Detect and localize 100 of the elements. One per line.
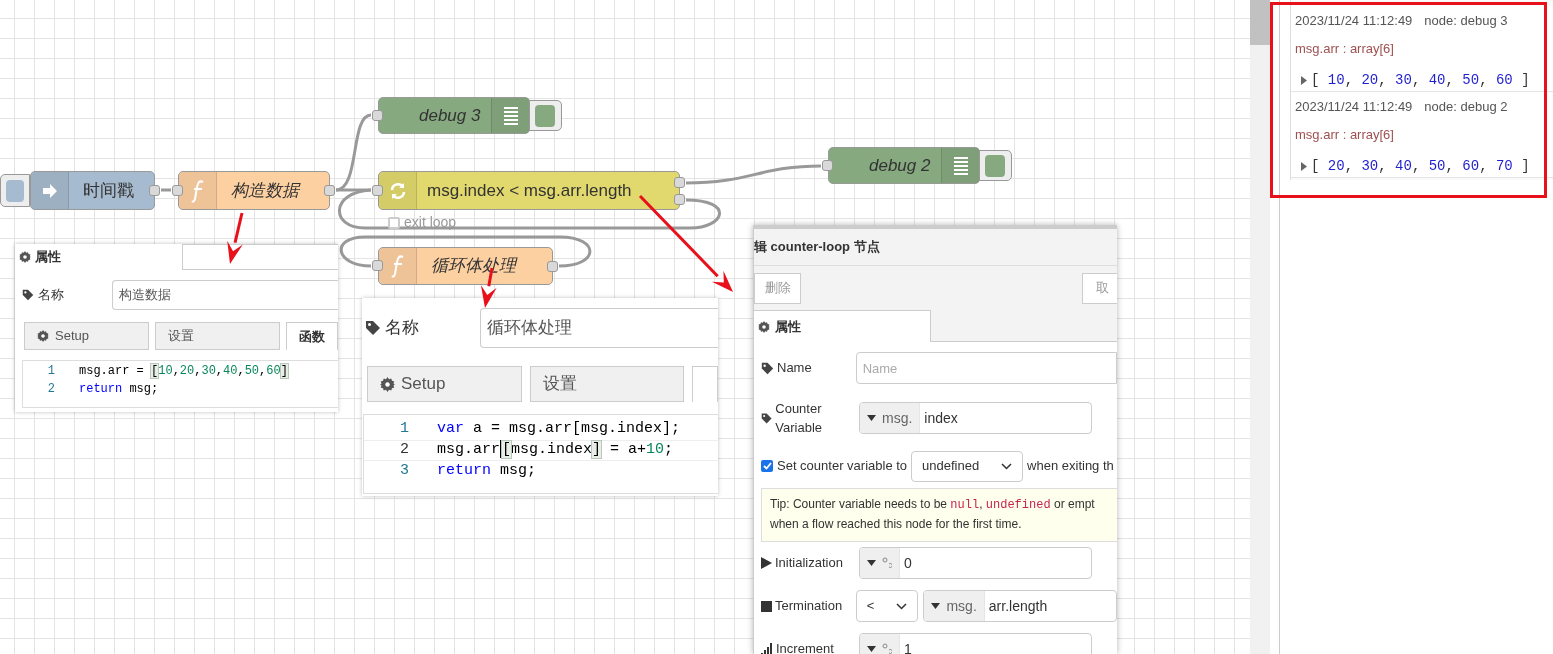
typed-input[interactable]: msg. arr.length bbox=[923, 590, 1117, 622]
code-line: msg.arr[msg.index] = a+10; bbox=[437, 439, 674, 461]
typed-input[interactable]: 1 bbox=[859, 633, 1092, 654]
node-port[interactable] bbox=[674, 194, 685, 205]
signal-bars-icon bbox=[761, 643, 773, 654]
node-port[interactable] bbox=[172, 184, 183, 196]
tab[interactable]: 属性 bbox=[15, 244, 182, 270]
tag-icon bbox=[761, 411, 773, 425]
name-field[interactable]: 循环体处理 bbox=[480, 308, 718, 348]
message-path: msg.arr : array[6] bbox=[1295, 125, 1394, 144]
field-label: Initialization bbox=[775, 554, 843, 573]
loop-node[interactable]: msg.index < msg.arr.length bbox=[378, 171, 680, 210]
expand-caret-icon[interactable] bbox=[1301, 162, 1307, 171]
number-type-icon bbox=[882, 642, 892, 654]
name-field[interactable]: 构造数据 bbox=[112, 280, 338, 310]
typed-input[interactable]: msg. index bbox=[859, 402, 1092, 434]
message-value: [ 20, 30, 40, 50, 60, 70 ] bbox=[1311, 157, 1530, 176]
checkbox[interactable] bbox=[761, 460, 773, 472]
arrow-icon bbox=[40, 181, 59, 200]
field-label: Increment bbox=[776, 640, 834, 654]
input-value: arr.length bbox=[988, 596, 1048, 616]
tab[interactable]: 设置 bbox=[529, 366, 684, 402]
caret-icon bbox=[867, 560, 876, 566]
number-type-icon bbox=[882, 556, 892, 570]
caret-icon bbox=[931, 603, 941, 609]
node-label: 构造数据 bbox=[231, 179, 299, 202]
code-line: return msg; bbox=[437, 461, 537, 482]
code-line: var a = msg.arr[msg.index]; bbox=[437, 419, 681, 440]
dialog-title: 辑 counter-loop 节点 bbox=[754, 238, 880, 257]
line-number: 3 bbox=[399, 461, 409, 482]
tab[interactable]: 属性 bbox=[754, 310, 931, 342]
scrollbar[interactable] bbox=[1250, 0, 1270, 654]
node-port[interactable] bbox=[372, 184, 383, 196]
field-label: Termination bbox=[775, 597, 843, 616]
input-value: index bbox=[924, 408, 958, 428]
line-number: 2 bbox=[399, 440, 409, 461]
node-label: 循环体处理 bbox=[431, 255, 516, 278]
chevron-down-icon bbox=[1001, 462, 1013, 470]
tab[interactable]: 设置 bbox=[155, 322, 280, 350]
message-source: node: debug 3 bbox=[1424, 12, 1508, 30]
node-port[interactable] bbox=[372, 260, 383, 271]
node-port[interactable] bbox=[324, 185, 335, 196]
node-label: debug 3 bbox=[419, 104, 481, 127]
line-number: 1 bbox=[399, 419, 409, 440]
input-value: 1 bbox=[904, 639, 912, 654]
stop-icon bbox=[761, 600, 772, 612]
node-port[interactable] bbox=[674, 177, 685, 188]
node-label: debug 2 bbox=[869, 154, 931, 177]
debug-toggle[interactable] bbox=[528, 100, 562, 131]
inject-button[interactable] bbox=[0, 174, 30, 207]
debug-node[interactable]: debug 2 bbox=[828, 147, 980, 184]
node-port[interactable] bbox=[372, 109, 383, 121]
function-node[interactable]: 循环体处理 bbox=[378, 247, 553, 285]
list-icon bbox=[953, 154, 968, 177]
button-square bbox=[6, 179, 24, 202]
expand-caret-icon[interactable] bbox=[1301, 76, 1307, 85]
caret-icon bbox=[867, 415, 876, 421]
operator-select[interactable]: < bbox=[855, 590, 919, 622]
field-label: 名称 bbox=[38, 286, 64, 305]
tip-text: Tip: Counter variable needs to be null, undefined or empt when a flow reached this node for the first time. bbox=[770, 496, 1095, 533]
annotation-arrow bbox=[227, 212, 244, 264]
play-icon bbox=[761, 557, 772, 569]
toggle-square bbox=[535, 104, 555, 127]
tag-icon bbox=[22, 289, 34, 301]
type-label: msg. bbox=[946, 596, 977, 616]
code-editor[interactable]: 1 msg.arr = [10,20,30,40,50,60] 2 return msg; bbox=[22, 360, 338, 408]
code-editor[interactable]: 1 var a = msg.arr[msg.index]; 2 msg.arr[msg.index] = a+10; 3 return msg; bbox=[363, 414, 718, 494]
tag-icon bbox=[761, 361, 774, 375]
typed-input[interactable]: 0 bbox=[859, 547, 1092, 579]
caret-icon bbox=[867, 646, 876, 652]
gear-icon bbox=[380, 376, 395, 392]
node-port[interactable] bbox=[822, 159, 833, 171]
code-line: msg.arr = [10,20,30,40,50,60] bbox=[79, 363, 288, 380]
node-port[interactable] bbox=[149, 185, 160, 196]
toggle-square bbox=[985, 154, 1005, 177]
code-line: return msg; bbox=[79, 381, 159, 398]
gear-icon bbox=[19, 251, 31, 263]
debug-toggle[interactable] bbox=[978, 150, 1012, 181]
line-number: 1 bbox=[46, 363, 55, 380]
tag-icon bbox=[365, 320, 381, 336]
tab[interactable]: Setup bbox=[367, 366, 522, 402]
scrollbar-thumb[interactable] bbox=[1250, 0, 1270, 45]
function-node[interactable]: 构造数据 bbox=[178, 171, 330, 210]
list-icon bbox=[503, 104, 518, 127]
node-port[interactable] bbox=[547, 261, 558, 272]
inject-node[interactable]: 时间戳 bbox=[30, 171, 155, 210]
chevron-down-icon bbox=[896, 602, 908, 610]
field-text: when exiting th bbox=[1027, 457, 1114, 476]
checkbox-label: Set counter variable to bbox=[777, 457, 908, 476]
tab[interactable] bbox=[692, 366, 718, 402]
tab[interactable]: 函数 bbox=[286, 322, 338, 350]
type-label: msg. bbox=[882, 408, 913, 428]
function-icon bbox=[190, 178, 205, 203]
message-time: 2023/11/24 11:12:49 bbox=[1295, 98, 1413, 116]
undefined-select[interactable]: undefined bbox=[911, 450, 1024, 482]
debug-node[interactable]: debug 3 bbox=[378, 97, 530, 134]
gear-icon bbox=[758, 320, 770, 333]
node-label: msg.index < msg.arr.length bbox=[427, 179, 632, 202]
name-field[interactable]: Name bbox=[855, 352, 1117, 384]
tab[interactable]: Setup bbox=[24, 322, 149, 350]
